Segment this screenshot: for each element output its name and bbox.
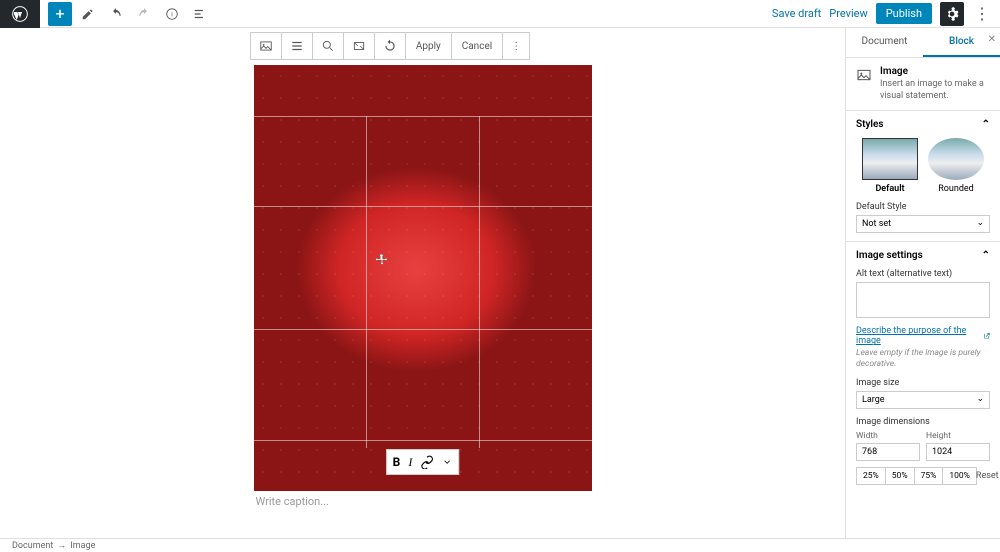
chevron-up-icon: ⌃: [982, 250, 990, 261]
settings-button[interactable]: [940, 2, 964, 26]
chevron-up-icon: ⌃: [982, 119, 990, 130]
block-title: Image: [880, 66, 990, 77]
close-sidebar-button[interactable]: ✕: [988, 34, 996, 45]
image-size-select[interactable]: Large: [856, 391, 990, 409]
image-size-label: Image size: [856, 378, 990, 388]
edit-mode-icon[interactable]: [76, 2, 100, 26]
describe-purpose-link[interactable]: Describe the purpose of the image: [856, 326, 990, 346]
toolbar-right: Save draft Preview Publish ⋮: [772, 2, 1000, 26]
info-icon[interactable]: i: [160, 2, 184, 26]
crop-grid-overlay: [254, 65, 592, 491]
style-default[interactable]: Default: [862, 138, 918, 194]
block-info-section: Image Insert an image to make a visual s…: [846, 58, 1000, 111]
align-button[interactable]: [282, 33, 313, 59]
settings-sidebar: Document Block ✕ Image Insert an image t…: [845, 28, 1000, 538]
more-menu-button[interactable]: ⋮: [972, 2, 992, 26]
rotate-button[interactable]: [375, 33, 406, 59]
wordpress-logo[interactable]: [0, 0, 40, 28]
link-button[interactable]: [420, 455, 434, 469]
cancel-button[interactable]: Cancel: [452, 33, 503, 59]
image-settings-section: Image settings⌃ Alt text (alternative te…: [846, 242, 1000, 493]
aspect-button[interactable]: [344, 33, 375, 59]
move-cursor-icon: [375, 252, 389, 266]
alt-text-hint: Leave empty if the image is purely decor…: [856, 348, 990, 370]
height-label: Height: [926, 431, 990, 441]
alt-text-input[interactable]: [856, 282, 990, 318]
italic-button[interactable]: I: [408, 455, 412, 470]
outline-icon[interactable]: [188, 2, 212, 26]
image-icon: [856, 67, 872, 83]
default-style-label: Default Style: [856, 202, 990, 212]
pct-50-button[interactable]: 50%: [885, 467, 915, 485]
height-input[interactable]: [926, 443, 990, 461]
tab-document[interactable]: Document: [846, 28, 923, 57]
image-dimensions-label: Image dimensions: [856, 417, 990, 427]
style-rounded-thumb: [928, 138, 984, 180]
pct-100-button[interactable]: 100%: [942, 467, 977, 485]
editor-canvas: Apply Cancel ⋮ B I Write caption...: [0, 28, 845, 538]
format-toolbar: B I: [386, 449, 460, 475]
block-toolbar: Apply Cancel ⋮: [250, 32, 530, 60]
undo-icon[interactable]: [104, 2, 128, 26]
image-block[interactable]: B I Write caption...: [254, 65, 592, 512]
breadcrumb: Document → Image: [0, 538, 1000, 552]
breadcrumb-separator: →: [57, 540, 66, 551]
save-draft-button[interactable]: Save draft: [772, 7, 821, 20]
block-description: Insert an image to make a visual stateme…: [880, 79, 990, 102]
toolbar-left: + i: [0, 0, 212, 27]
width-label: Width: [856, 431, 920, 441]
pct-25-button[interactable]: 25%: [856, 467, 886, 485]
change-block-type-button[interactable]: [251, 33, 282, 59]
top-toolbar: + i Save draft Preview Publish ⋮: [0, 0, 1000, 28]
publish-button[interactable]: Publish: [876, 3, 932, 24]
width-input[interactable]: [856, 443, 920, 461]
styles-section: Styles⌃ Default Rounded Default Style No…: [846, 111, 1000, 242]
apply-button[interactable]: Apply: [406, 33, 452, 59]
styles-header[interactable]: Styles⌃: [856, 119, 990, 130]
sidebar-tabs: Document Block ✕: [846, 28, 1000, 58]
alt-text-label: Alt text (alternative text): [856, 269, 990, 279]
style-default-thumb: [862, 138, 918, 180]
image-content[interactable]: B I: [254, 65, 592, 491]
block-more-button[interactable]: ⋮: [503, 33, 529, 59]
default-style-select[interactable]: Not set: [856, 215, 990, 233]
reset-button[interactable]: Reset: [976, 471, 999, 481]
zoom-button[interactable]: [313, 33, 344, 59]
redo-icon[interactable]: [132, 2, 156, 26]
image-settings-header[interactable]: Image settings⌃: [856, 250, 990, 261]
caption-input[interactable]: Write caption...: [254, 491, 592, 512]
style-rounded[interactable]: Rounded: [928, 138, 984, 194]
pct-75-button[interactable]: 75%: [914, 467, 944, 485]
preview-button[interactable]: Preview: [829, 7, 867, 20]
bold-button[interactable]: B: [393, 455, 401, 469]
breadcrumb-document[interactable]: Document: [12, 541, 53, 551]
external-link-icon: [983, 332, 990, 340]
format-more-button[interactable]: [442, 457, 452, 467]
svg-text:i: i: [171, 10, 173, 18]
breadcrumb-image[interactable]: Image: [70, 541, 95, 551]
add-block-button[interactable]: +: [48, 2, 72, 26]
